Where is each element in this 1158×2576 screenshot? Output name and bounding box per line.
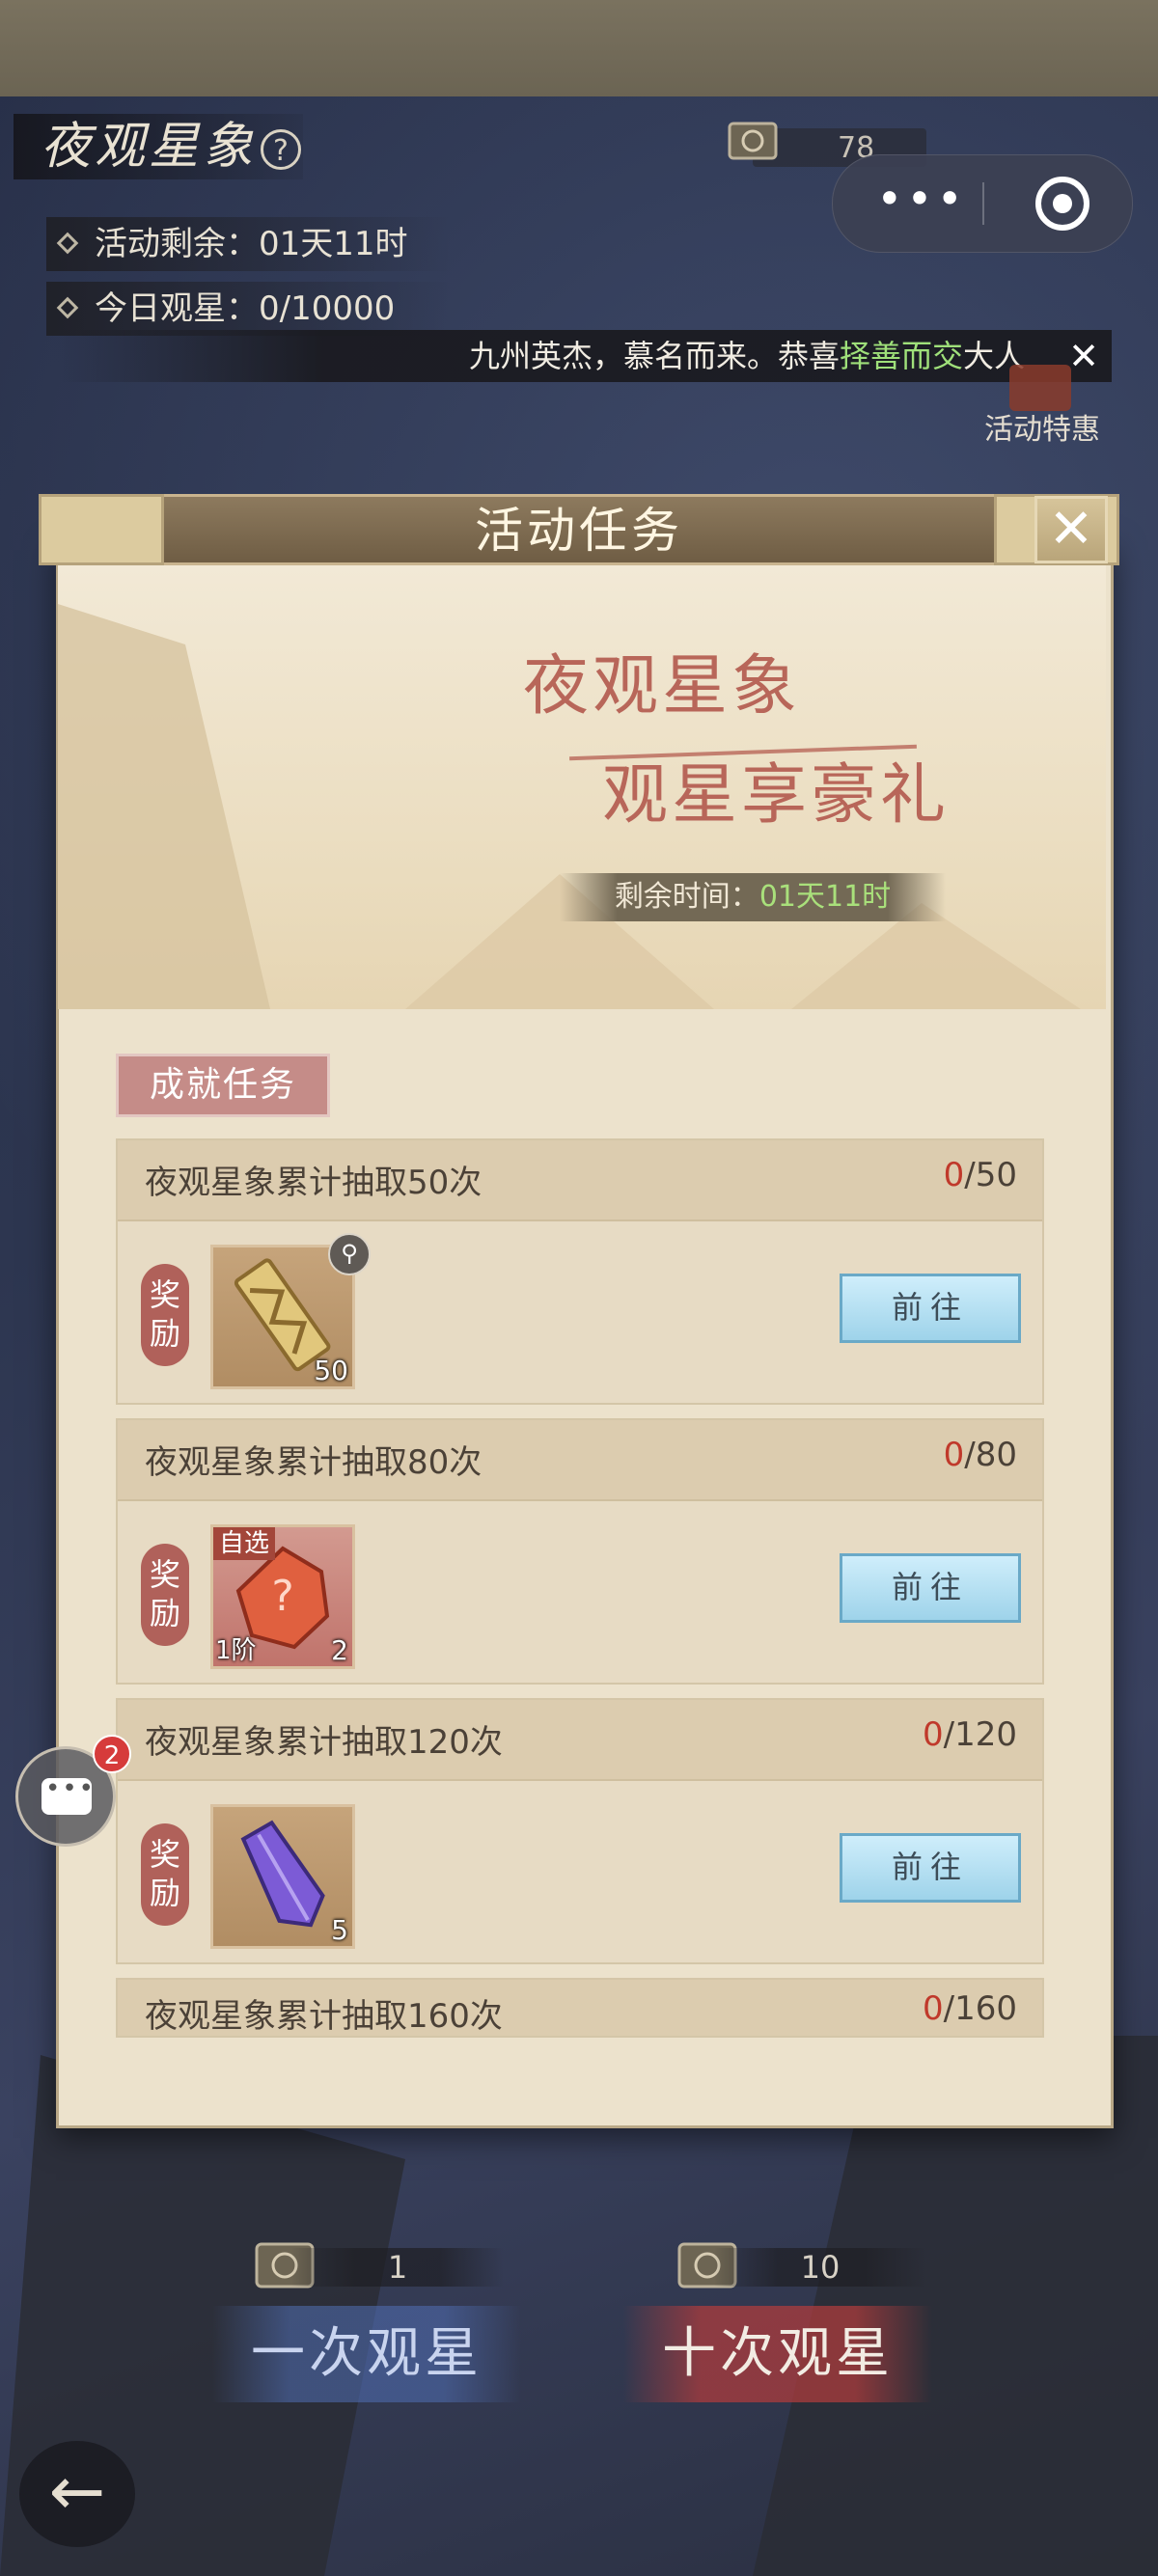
achievement-tasks-tab[interactable]: 成就任务 <box>116 1054 330 1117</box>
ten-draw-button[interactable]: 十次观星 <box>623 2306 932 2402</box>
task-progress-target: /120 <box>943 1715 1017 1754</box>
capsule-divider <box>982 182 984 225</box>
hero-subtitle: 观星享豪礼 <box>602 757 951 834</box>
task-progress-current: 0 <box>923 1715 944 1754</box>
task-progress: 0/160 <box>923 1989 1017 2028</box>
magnify-icon[interactable]: ⚲ <box>328 1233 371 1275</box>
panel-title: 活动任务 <box>475 503 683 559</box>
task-progress: 0/50 <box>944 1156 1017 1194</box>
single-draw-cost-value: 1 <box>291 2248 504 2287</box>
gift-box-icon[interactable] <box>1009 365 1071 411</box>
reward-item-count: 2 <box>331 1634 348 1666</box>
remaining-time-value: 01天11时 <box>758 880 892 914</box>
task-name: 夜观星象累计抽取50次 <box>145 1164 482 1202</box>
more-menu-icon[interactable]: ••• <box>873 177 970 223</box>
reward-item[interactable]: ? 自选 1阶 2 <box>210 1524 355 1669</box>
reward-tag: 奖励 <box>141 1544 189 1646</box>
diamond-bullet-icon <box>56 296 79 319</box>
single-draw-button[interactable]: 一次观星 <box>212 2306 521 2402</box>
star-token-icon <box>728 122 778 160</box>
panel-close-button[interactable]: ✕ <box>1034 496 1108 563</box>
reward-item-count: 5 <box>331 1914 348 1946</box>
diamond-bullet-icon <box>56 232 79 255</box>
task-row: 夜观星象累计抽取80次 0/80 奖励 ? 自选 1阶 2 前往 <box>116 1418 1044 1685</box>
reward-item[interactable]: 5 <box>210 1804 355 1949</box>
remaining-time-label: 剩余时间： <box>614 880 759 914</box>
mountain-decor <box>58 604 270 1009</box>
today-stargazing-value: 0/10000 <box>259 289 396 328</box>
selectable-badge: 自选 <box>213 1527 276 1560</box>
go-button[interactable]: 前往 <box>840 1274 1021 1343</box>
task-row: 夜观星象累计抽取160次 0/160 <box>116 1978 1044 2038</box>
ten-draw-cost-value: 10 <box>714 2248 926 2287</box>
task-header: 夜观星象累计抽取120次 0/120 <box>118 1700 1042 1781</box>
task-header: 夜观星象累计抽取160次 0/160 <box>118 1980 1042 2036</box>
notice-text-before: 九州英杰，慕名而来。恭喜 <box>468 338 840 374</box>
activity-remaining-label: 活动剩余： <box>95 225 259 263</box>
task-progress: 0/80 <box>944 1436 1017 1474</box>
task-header: 夜观星象累计抽取80次 0/80 <box>118 1420 1042 1501</box>
special-offer-label[interactable]: 活动特惠 <box>984 405 1100 448</box>
reward-tag: 奖励 <box>141 1264 189 1366</box>
broadcast-notice: 九州英杰，慕名而来。恭喜择善而交大人 <box>60 330 1112 382</box>
task-progress-target: /160 <box>943 1989 1017 2028</box>
hero-title: 夜观星象 <box>523 648 802 725</box>
reward-item-count: 50 <box>314 1355 348 1386</box>
svg-text:?: ? <box>271 1572 293 1621</box>
task-progress-target: /80 <box>964 1436 1017 1474</box>
question-circle-icon[interactable]: ? <box>261 129 301 170</box>
chat-bubble-icon <box>41 1774 96 1815</box>
task-row: 夜观星象累计抽取120次 0/120 奖励 5 前往 <box>116 1698 1044 1964</box>
task-row: 夜观星象累计抽取50次 0/50 奖励 50 ⚲ 前往 <box>116 1138 1044 1405</box>
reward-tag: 奖励 <box>141 1823 189 1926</box>
activity-remaining-row: 活动剩余：01天11时 <box>46 217 452 271</box>
task-progress-current: 0 <box>943 1436 965 1474</box>
today-stargazing-row: 今日观星：0/10000 <box>46 282 452 336</box>
ten-draw-cost: 10 <box>676 2240 926 2290</box>
activity-remaining-value: 01天11时 <box>259 225 408 263</box>
task-name: 夜观星象累计抽取80次 <box>145 1443 482 1482</box>
close-program-icon[interactable] <box>1035 177 1089 231</box>
game-title: 夜观星象 <box>14 114 303 179</box>
task-progress-target: /50 <box>964 1156 1017 1194</box>
task-progress-current: 0 <box>943 1156 965 1194</box>
single-draw-cost: 1 <box>253 2240 504 2290</box>
task-progress: 0/120 <box>923 1715 1017 1754</box>
remaining-time-bar: 剩余时间：01天11时 <box>560 873 946 921</box>
today-stargazing-label: 今日观星： <box>95 289 259 328</box>
task-name: 夜观星象累计抽取120次 <box>145 1723 503 1762</box>
chat-unread-badge: 2 <box>93 1735 131 1773</box>
task-header: 夜观星象累计抽取50次 0/50 <box>118 1140 1042 1221</box>
back-arrow-icon[interactable]: ← <box>19 2441 135 2547</box>
go-button[interactable]: 前往 <box>840 1553 1021 1623</box>
reward-item-tier: 1阶 <box>215 1636 257 1665</box>
task-name: 夜观星象累计抽取160次 <box>145 1997 503 2036</box>
task-progress-current: 0 <box>923 1989 944 2028</box>
top-bar <box>0 0 1158 96</box>
notice-highlight-name: 择善而交 <box>839 338 963 374</box>
mini-program-capsule: ••• <box>832 154 1133 253</box>
go-button[interactable]: 前往 <box>840 1833 1021 1903</box>
